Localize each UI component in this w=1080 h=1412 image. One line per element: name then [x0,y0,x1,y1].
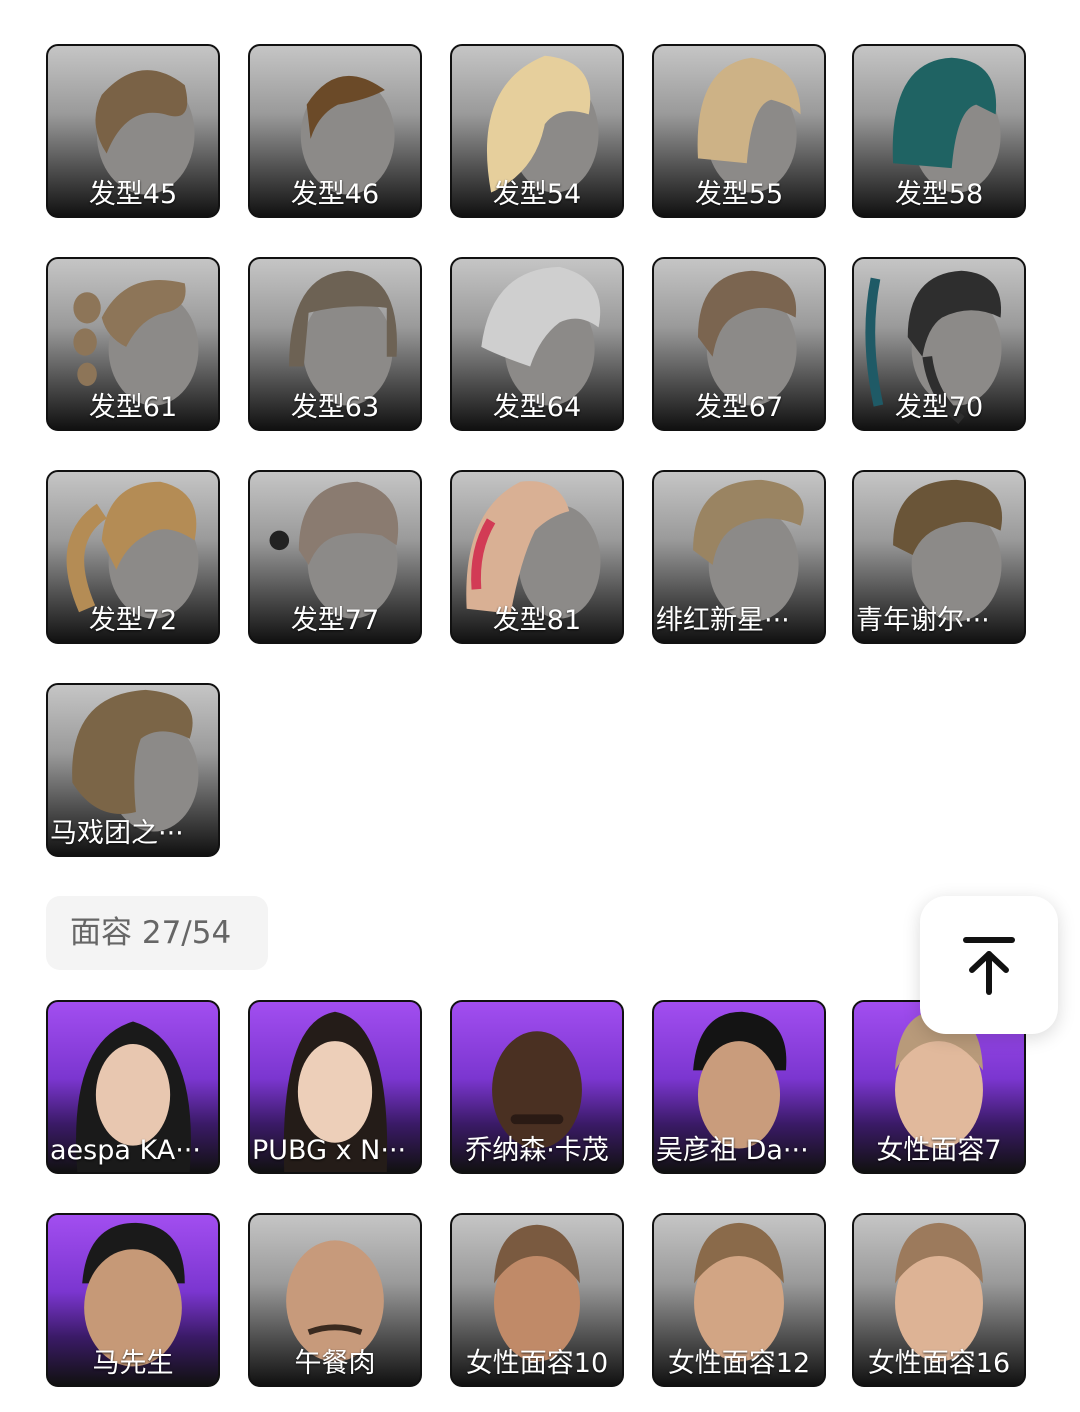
hairstyle-tile-63[interactable]: 发型63 [248,257,422,431]
hairstyle-tile-61[interactable]: 发型61 [46,257,220,431]
face-label: 乔纳森·卡茂 [465,1135,609,1166]
arrow-up-to-top-icon [963,937,1015,995]
hairstyle-label: 发型64 [492,392,582,423]
hairstyle-label: 发型55 [694,179,784,210]
hairstyle-tile-45[interactable]: 发型45 [46,44,220,218]
hairstyle-label: 发型58 [894,179,984,210]
hairstyle-label: 发型72 [88,605,178,636]
hairstyle-label: 发型67 [694,392,784,423]
face-tile-spam[interactable]: 午餐肉 [248,1213,422,1387]
hairstyle-label: 马戏团之··· [50,818,184,849]
hairstyle-label: 发型45 [88,179,178,210]
hairstyle-tile-81[interactable]: 发型81 [450,470,624,644]
hairstyle-tile-72[interactable]: 发型72 [46,470,220,644]
hairstyle-label: 发型70 [894,392,984,423]
face-tile-female-10[interactable]: 女性面容10 [450,1213,624,1387]
face-tile-mr-ma[interactable]: 马先生 [46,1213,220,1387]
hairstyle-tile-54[interactable]: 发型54 [450,44,624,218]
hairstyle-tile-46[interactable]: 发型46 [248,44,422,218]
faces-section-header: 面容 27/54 [46,896,268,970]
hairstyle-tile-55[interactable]: 发型55 [652,44,826,218]
hairstyle-tile-70[interactable]: 发型70 [852,257,1026,431]
hairstyle-tile-circus[interactable]: 马戏团之··· [46,683,220,857]
face-label: 女性面容10 [465,1348,609,1379]
face-label: PUBG x N··· [252,1135,407,1166]
face-label: 马先生 [92,1348,174,1379]
face-label: 女性面容12 [667,1348,811,1379]
hairstyle-label: 青年谢尔··· [856,605,990,636]
hairstyle-tile-young-sherl[interactable]: 青年谢尔··· [852,470,1026,644]
hairstyle-tile-67[interactable]: 发型67 [652,257,826,431]
hairstyle-label: 绯红新星··· [656,605,790,636]
hairstyle-tile-crimson-nova[interactable]: 绯红新星··· [652,470,826,644]
face-tile-female-12[interactable]: 女性面容12 [652,1213,826,1387]
faces-section-title: 面容 27/54 [70,915,232,951]
face-tile-jonathan[interactable]: 乔纳森·卡茂 [450,1000,624,1174]
hairstyle-label: 发型61 [88,392,178,423]
hairstyle-label: 发型54 [492,179,582,210]
face-label: 女性面容16 [867,1348,1011,1379]
hairstyle-tile-64[interactable]: 发型64 [450,257,624,431]
face-tile-pubg-n[interactable]: PUBG x N··· [248,1000,422,1174]
face-tile-female-16[interactable]: 女性面容16 [852,1213,1026,1387]
hairstyle-label: 发型46 [290,179,380,210]
back-to-top-button[interactable] [920,896,1058,1034]
hairstyle-label: 发型81 [492,605,582,636]
face-label: aespa KA··· [50,1135,201,1166]
hairstyle-tile-77[interactable]: 发型77 [248,470,422,644]
hairstyle-label: 发型77 [290,605,380,636]
face-label: 女性面容7 [876,1135,1002,1166]
face-label: 午餐肉 [294,1348,376,1379]
face-tile-daniel-wu[interactable]: 吴彦祖 Da··· [652,1000,826,1174]
face-label: 吴彦祖 Da··· [656,1135,809,1166]
hairstyle-label: 发型63 [290,392,380,423]
hairstyle-tile-58[interactable]: 发型58 [852,44,1026,218]
face-tile-aespa[interactable]: aespa KA··· [46,1000,220,1174]
